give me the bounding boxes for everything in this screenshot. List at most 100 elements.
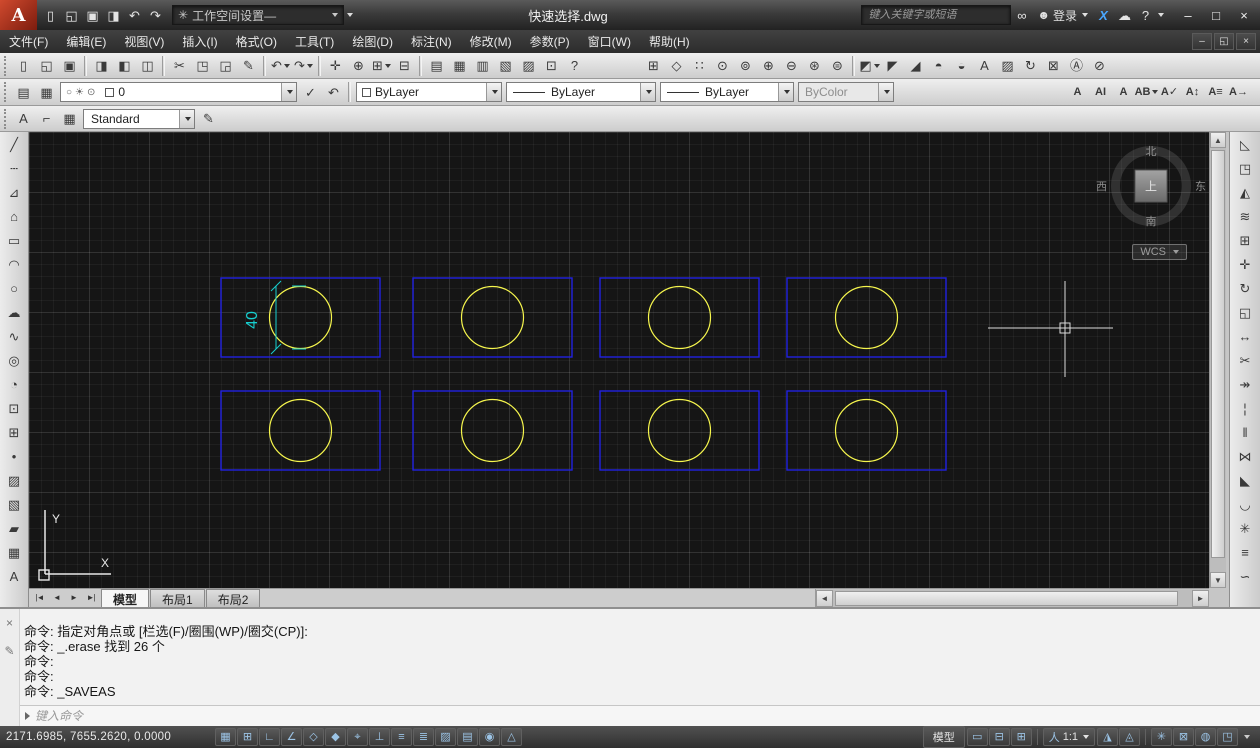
- command-window[interactable]: × ✎ 命令: 指定对角点或 [栏选(F)/圈围(WP)/圈交(CP)]: 命令: …: [0, 607, 1260, 726]
- drawn-circle[interactable]: [460, 285, 525, 350]
- layout-icon[interactable]: ▭: [966, 728, 988, 746]
- gradient-icon[interactable]: ▧: [2, 492, 26, 516]
- drawn-rectangle[interactable]: [599, 277, 760, 358]
- copy-clip-icon[interactable]: ◳: [191, 55, 214, 77]
- spline-icon[interactable]: ∿: [2, 324, 26, 348]
- offset-icon[interactable]: ≋: [1233, 204, 1257, 228]
- copy-icon[interactable]: ◳: [1233, 156, 1257, 180]
- scroll-right-button[interactable]: ►: [1192, 589, 1209, 607]
- help-icon[interactable]: ?: [1135, 4, 1156, 26]
- linetype-combo[interactable]: ByLayer: [506, 82, 656, 102]
- horizontal-scrollbar[interactable]: ◄ ►: [815, 589, 1209, 607]
- drawn-rectangle[interactable]: [599, 390, 760, 471]
- doc-close-icon[interactable]: ×: [1236, 33, 1256, 50]
- doc-minimize-icon[interactable]: –: [1192, 33, 1212, 50]
- drawn-rectangle[interactable]: [412, 390, 573, 471]
- first-tab-icon[interactable]: |◄: [31, 590, 48, 607]
- plot-icon[interactable]: ◨: [90, 55, 113, 77]
- fillet-icon[interactable]: ◡: [1233, 492, 1257, 516]
- revision-cloud-icon[interactable]: ☁: [2, 300, 26, 324]
- zoom-previous-icon[interactable]: ⊟: [393, 55, 416, 77]
- help-chevron-icon[interactable]: [1158, 13, 1164, 17]
- hatch-to-back-icon[interactable]: ▨: [996, 55, 1019, 77]
- ellipse-icon[interactable]: ◎: [2, 348, 26, 372]
- annotation-monitor-icon[interactable]: △: [501, 728, 522, 746]
- multiline-text-icon[interactable]: A: [2, 564, 26, 588]
- spell-check-icon[interactable]: A✓: [1158, 81, 1181, 103]
- menu-help[interactable]: 帮助(H): [640, 30, 699, 53]
- break-at-point-icon[interactable]: ¦: [1233, 396, 1257, 420]
- menu-insert[interactable]: 插入(I): [173, 30, 226, 53]
- region-icon[interactable]: ▰: [2, 516, 26, 540]
- hatch-icon[interactable]: ▨: [2, 468, 26, 492]
- designcenter-icon[interactable]: ▦: [448, 55, 471, 77]
- break-icon[interactable]: ‖: [1233, 420, 1257, 444]
- table-style-manager-icon[interactable]: ▦: [58, 108, 81, 130]
- dimension-text[interactable]: 40: [244, 311, 261, 329]
- next-tab-icon[interactable]: ►: [65, 590, 82, 607]
- construction-line-icon[interactable]: ┄: [2, 156, 26, 180]
- viewcube-south[interactable]: 南: [1146, 213, 1157, 229]
- polar-tracking-icon[interactable]: ∠: [281, 728, 302, 746]
- model-space-button[interactable]: 模型: [922, 726, 965, 748]
- ucs-origin-box[interactable]: [38, 569, 50, 581]
- arc-icon[interactable]: ◠: [2, 252, 26, 276]
- ucs-y-label[interactable]: Y: [52, 512, 60, 526]
- menu-window[interactable]: 窗口(W): [579, 30, 640, 53]
- paste-icon[interactable]: ◲: [214, 55, 237, 77]
- dimension-style-manager-icon[interactable]: ⌐: [35, 108, 58, 130]
- layout-tab-model[interactable]: 模型: [101, 589, 150, 607]
- text-style-combo[interactable]: Standard: [83, 108, 195, 129]
- text-style-combo-dropdown-button[interactable]: [179, 109, 194, 128]
- plot-icon[interactable]: ◨: [103, 4, 124, 26]
- maximize-icon[interactable]: □: [1202, 4, 1230, 26]
- toolbar-grip[interactable]: [4, 55, 8, 76]
- exchange-apps-icon[interactable]: X: [1093, 4, 1114, 26]
- save-icon[interactable]: ▣: [58, 55, 81, 77]
- text-scale-icon[interactable]: A↕: [1181, 81, 1204, 103]
- viewcube[interactable]: 北 南 西 东 上: [1096, 144, 1206, 229]
- menu-format[interactable]: 格式(O): [227, 30, 286, 53]
- lineweight-combo[interactable]: ByLayer: [660, 82, 794, 102]
- zoom-all-icon[interactable]: ⊛: [803, 55, 826, 77]
- menu-tools[interactable]: 工具(T): [286, 30, 343, 53]
- last-tab-icon[interactable]: ►|: [82, 590, 99, 607]
- toolbar-grip[interactable]: [4, 82, 8, 102]
- toolbar-lock-icon[interactable]: ⊠: [1173, 728, 1194, 746]
- prev-tab-icon[interactable]: ◄: [48, 590, 65, 607]
- table-icon[interactable]: ▦: [2, 540, 26, 564]
- hardware-acceleration-icon[interactable]: ◍: [1195, 728, 1216, 746]
- linetype-combo-dropdown-button[interactable]: [640, 83, 655, 101]
- viewcube-east[interactable]: 东: [1195, 178, 1206, 194]
- explode-icon[interactable]: ✳: [1233, 516, 1257, 540]
- quickcalc-icon[interactable]: ⊡: [540, 55, 563, 77]
- redo-icon[interactable]: ↷: [145, 4, 166, 26]
- blend-curves-icon[interactable]: ∽: [1233, 564, 1257, 588]
- update-fields-icon[interactable]: ↻: [1019, 55, 1042, 77]
- send-under-objects-icon[interactable]: ◒: [950, 55, 973, 77]
- polygon-icon[interactable]: ⌂: [2, 204, 26, 228]
- rotate-icon[interactable]: ↻: [1233, 276, 1257, 300]
- horizontal-scroll-thumb[interactable]: [835, 590, 1178, 606]
- zoom-in-icon[interactable]: ⊕: [757, 55, 780, 77]
- horizontal-scroll-track[interactable]: [833, 589, 1192, 607]
- clean-screen-icon[interactable]: ◳: [1217, 728, 1238, 746]
- match-properties-icon[interactable]: ✎: [237, 55, 260, 77]
- text-justify-icon[interactable]: A≡: [1204, 81, 1227, 103]
- search-binoculars-icon[interactable]: ∞: [1011, 4, 1032, 26]
- layer-previous-icon[interactable]: ↶: [322, 81, 345, 103]
- align-icon[interactable]: ≡: [1233, 540, 1257, 564]
- zoom-window-icon[interactable]: ⊞: [370, 55, 393, 77]
- workspace-dropdown[interactable]: ✳ 工作空间设置—: [172, 5, 344, 25]
- zoom-dynamic-icon[interactable]: ◇: [665, 55, 688, 77]
- color-combo-dropdown-button[interactable]: [486, 83, 501, 101]
- app-logo[interactable]: A: [0, 0, 37, 30]
- zoom-scale-icon[interactable]: ∷: [688, 55, 711, 77]
- tool-palettes-icon[interactable]: ▥: [471, 55, 494, 77]
- menu-parametric[interactable]: 参数(P): [521, 30, 579, 53]
- line-icon[interactable]: ╱: [2, 132, 26, 156]
- send-to-back-icon[interactable]: ◢: [904, 55, 927, 77]
- status-menu-chevron-icon[interactable]: [1244, 735, 1250, 739]
- join-icon[interactable]: ⋈: [1233, 444, 1257, 468]
- wcs-dropdown[interactable]: WCS: [1132, 244, 1187, 260]
